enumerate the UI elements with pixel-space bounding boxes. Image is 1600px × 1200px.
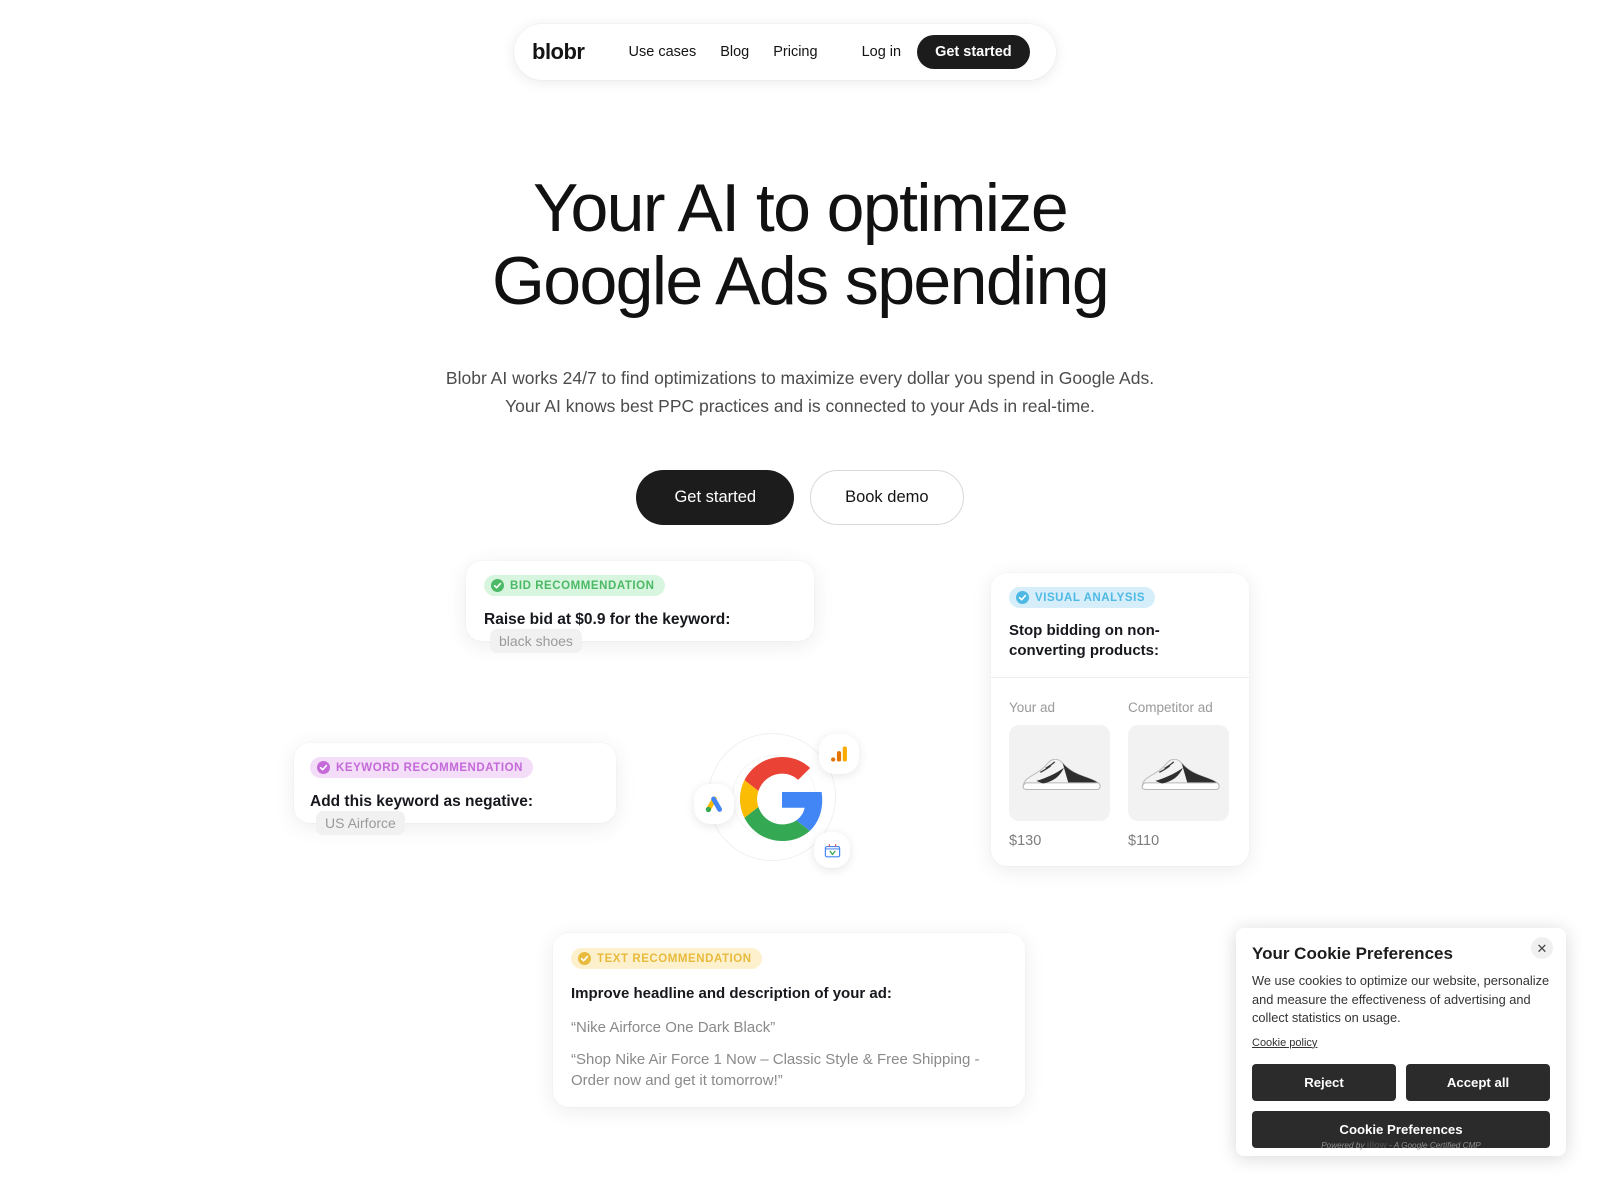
bid-card-keyword-chip: black shoes [490, 629, 582, 653]
visual-analysis-badge: VISUAL ANALYSIS [1009, 587, 1156, 608]
powered-by-prefix: Powered by [1321, 1141, 1367, 1150]
hero-section: Your AI to optimize Google Ads spending … [0, 170, 1600, 526]
text-badge-label: TEXT RECOMMENDATION [597, 952, 752, 965]
text-recommendation-badge: TEXT RECOMMENDATION [571, 948, 762, 969]
keyword-recommendation-card: KEYWORD RECOMMENDATION Add this keyword … [294, 743, 616, 835]
hero-title-line-1: Your AI to optimize [532, 170, 1069, 246]
cookie-dialog-title: Your Cookie Preferences [1252, 944, 1453, 963]
your-ad-price: $130 [1009, 832, 1042, 849]
google-merchant-center-icon [824, 843, 840, 857]
cookie-accept-all-button[interactable]: Accept all [1406, 1063, 1550, 1101]
nav-right: Log in Get started [862, 35, 1030, 69]
visual-badge-label: VISUAL ANALYSIS [1035, 591, 1146, 604]
visual-analysis-divider [991, 677, 1249, 678]
hero-subtitle: Blobr AI works 24/7 to find optimization… [445, 367, 1155, 416]
google-analytics-bubble [819, 734, 859, 774]
google-products-illustration [690, 715, 870, 880]
page-title: Your AI to optimize Google Ads spending [0, 170, 1600, 320]
cookie-dialog-body: We use cookies to optimize our website, … [1252, 973, 1550, 1026]
keyword-card-text-row: Add this keyword as negative:US Airforce [310, 793, 600, 835]
visual-analysis-grid: Your ad $130 Competitor ad $110 [1009, 700, 1231, 849]
blobr-logo[interactable]: blobr [532, 39, 585, 65]
keyword-recommendation-badge: KEYWORD RECOMMENDATION [310, 757, 533, 778]
cookie-dialog-footer: Powered by illow - A Google Certified CM… [1236, 1140, 1566, 1150]
powered-by-suffix: - A Google Certified CMP [1386, 1141, 1481, 1150]
your-ad-label: Your ad [1009, 699, 1056, 715]
sneaker-icon [1141, 758, 1220, 790]
check-circle-icon [1016, 591, 1029, 604]
cookie-button-row: Reject Accept all [1252, 1063, 1550, 1101]
hero-get-started-button[interactable]: Get started [636, 470, 795, 526]
competitor-ad-label: Competitor ad [1128, 699, 1213, 715]
nav-links: Use cases Blog Pricing [629, 44, 818, 60]
cookie-policy-link[interactable]: Cookie policy [1252, 1037, 1317, 1049]
illow-brand: illow [1366, 1140, 1387, 1150]
nav-link-pricing[interactable]: Pricing [773, 44, 817, 60]
page-root: blobr Use cases Blog Pricing Log in Get … [0, 0, 1600, 1200]
cookie-preferences-dialog: ✕ Your Cookie Preferences We use cookies… [1236, 928, 1566, 1156]
hero-title-line-2: Google Ads spending [491, 243, 1110, 320]
keyword-card-keyword-chip: US Airforce [316, 811, 405, 835]
nav-link-blog[interactable]: Blog [720, 44, 749, 60]
bid-recommendation-badge: BID RECOMMENDATION [484, 575, 665, 596]
keyword-badge-label: KEYWORD RECOMMENDATION [336, 761, 523, 774]
hero-book-demo-button[interactable]: Book demo [810, 470, 964, 526]
check-circle-icon [317, 761, 330, 774]
competitor-ad-column: Competitor ad $110 [1128, 700, 1229, 849]
close-icon[interactable]: ✕ [1531, 937, 1553, 959]
your-ad-column: Your ad $130 [1009, 700, 1110, 849]
bid-badge-label: BID RECOMMENDATION [510, 579, 655, 592]
nav-get-started-button[interactable]: Get started [917, 35, 1030, 69]
google-analytics-icon [831, 746, 847, 762]
login-link[interactable]: Log in [862, 44, 902, 60]
text-card-title: Improve headline and description of your… [571, 985, 892, 1002]
hero-cta-row: Get started Book demo [0, 470, 1600, 526]
competitor-ad-price: $110 [1128, 832, 1160, 849]
your-ad-product-image [1009, 724, 1110, 821]
sneaker-icon [1022, 758, 1101, 790]
bid-card-text: Raise bid at $0.9 for the keyword: [484, 611, 731, 628]
google-logo-icon [740, 757, 823, 841]
competitor-ad-product-image [1128, 724, 1229, 821]
text-card-description: “Shop Nike Air Force 1 Now – Classic Sty… [571, 1051, 980, 1089]
google-ads-bubble [694, 784, 734, 824]
google-ads-icon [705, 796, 722, 813]
bid-card-text-row: Raise bid at $0.9 for the keyword:black … [484, 611, 796, 653]
visual-analysis-card: VISUAL ANALYSIS Stop bidding on non-conv… [991, 573, 1249, 866]
navbar: blobr Use cases Blog Pricing Log in Get … [514, 24, 1056, 80]
check-circle-icon [491, 579, 504, 592]
keyword-card-text: Add this keyword as negative: [310, 793, 534, 810]
google-merchant-center-bubble [814, 832, 850, 868]
bid-recommendation-card: BID RECOMMENDATION Raise bid at $0.9 for… [466, 561, 814, 653]
text-recommendation-card: TEXT RECOMMENDATION Improve headline and… [553, 933, 1025, 1107]
cookie-reject-button[interactable]: Reject [1252, 1063, 1396, 1101]
visual-analysis-title: Stop bidding on non-converting products: [1009, 622, 1160, 660]
nav-link-use-cases[interactable]: Use cases [629, 44, 697, 60]
check-circle-icon [578, 952, 591, 965]
text-card-headline: “Nike Airforce One Dark Black” [571, 1019, 776, 1036]
